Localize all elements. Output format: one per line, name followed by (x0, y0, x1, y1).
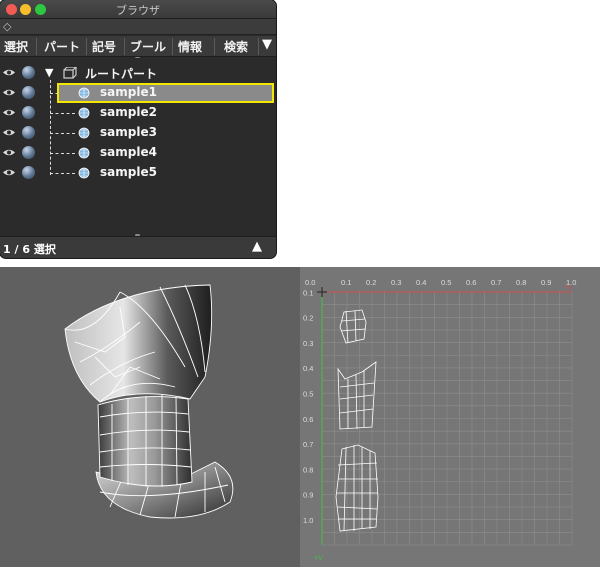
menu-separator (258, 38, 259, 55)
origin-cross-icon (317, 287, 327, 297)
v-tick-label: 0.4 (303, 364, 313, 373)
v-tick-label: 0.8 (303, 465, 313, 474)
tree-item-label: sample3 (100, 125, 157, 139)
browser-window: ブラウザ ◇ 選択 パート 記号 ブール 情報 検索 ▼ ▼ ルートパート sa… (0, 0, 276, 258)
u-tick-label: 0.2 (366, 278, 376, 287)
part-tree: ▼ ルートパート sample1 sample2 sample3 sample4… (0, 58, 276, 234)
shading-ball-icon[interactable] (22, 86, 35, 99)
v-axis-label: +V (314, 555, 323, 562)
shading-ball-icon[interactable] (22, 166, 35, 179)
menu-boolean[interactable]: ブール (130, 38, 166, 55)
globe-part-icon (78, 127, 90, 139)
uv-grid: 0.0 0.1 0.2 0.3 0.4 0.5 0.6 0.7 0.8 0.9 1.00.10.20… (303, 278, 576, 562)
eye-icon[interactable] (2, 148, 16, 157)
v-tick-label: 0.1 (303, 288, 313, 297)
v-tick-label: 0.2 (303, 314, 313, 323)
u-tick-label: 0.4 (416, 278, 426, 287)
tree-connector (50, 80, 51, 175)
menu-select[interactable]: 選択 (4, 38, 28, 55)
tree-item-label: sample4 (100, 145, 157, 159)
expand-up-icon[interactable]: ▲ (252, 239, 262, 254)
tree-connector (50, 153, 75, 154)
eye-icon[interactable] (2, 68, 16, 77)
v-tick-label: 0.5 (303, 390, 313, 399)
v-tick-label: 0.7 (303, 440, 313, 449)
menu-overflow-icon[interactable]: ▼ (262, 37, 272, 52)
tree-connector (50, 113, 75, 114)
v-tick-label: 1.0 (303, 516, 313, 525)
u-tick-label: 0.8 (516, 278, 526, 287)
uv-tick-labels: 0.0 0.1 0.2 0.3 0.4 0.5 0.6 0.7 0.8 0.9 1.00.10.20… (303, 278, 576, 525)
diamond-toggle-icon[interactable]: ◇ (3, 20, 11, 33)
v-tick-label: 0.3 (303, 339, 313, 348)
tree-item-label: sample5 (100, 165, 157, 179)
shading-ball-icon[interactable] (22, 106, 35, 119)
status-bar: 1 / 6 選択 ▲ (0, 236, 276, 258)
u-axis-label: +u (564, 284, 572, 291)
menu-symbols[interactable]: 記号 (92, 38, 116, 55)
u-tick-label: 0.1 (341, 278, 351, 287)
title-bar[interactable]: ブラウザ (0, 0, 276, 19)
tree-item-label: sample1 (100, 85, 157, 99)
shading-ball-icon[interactable] (22, 146, 35, 159)
3d-model-mesh (64, 284, 234, 519)
uv-grid-lines (321, 291, 573, 546)
u-tick-label: 0.9 (541, 278, 551, 287)
tree-connector (50, 173, 75, 174)
u-tick-label: 0.7 (491, 278, 501, 287)
root-part-icon (63, 67, 77, 79)
eye-icon[interactable] (2, 128, 16, 137)
tree-item-label: sample2 (100, 105, 157, 119)
uv-island-top (339, 309, 367, 344)
u-tick-label: 0.3 (391, 278, 401, 287)
3d-viewport[interactable] (0, 267, 300, 567)
u-tick-label: 0.5 (441, 278, 451, 287)
options-bar: ◇ (0, 19, 276, 35)
menu-info[interactable]: 情報 (178, 38, 202, 55)
v-tick-label: 0.6 (303, 415, 313, 424)
menu-separator (86, 38, 87, 55)
menu-search[interactable]: 検索 (224, 38, 248, 55)
uv-island-middle (337, 361, 377, 430)
eye-icon[interactable] (2, 108, 16, 117)
globe-part-icon (78, 107, 90, 119)
menu-separator (124, 38, 125, 55)
shading-ball-icon[interactable] (22, 66, 35, 79)
v-tick-label: 0.9 (303, 491, 313, 500)
eye-icon[interactable] (2, 168, 16, 177)
window-title: ブラウザ (116, 4, 160, 17)
root-part-label: ルートパート (85, 67, 158, 81)
menu-parts[interactable]: パート (44, 38, 80, 55)
globe-part-icon (78, 87, 90, 99)
shading-ball-icon[interactable] (22, 126, 35, 139)
globe-part-icon (78, 147, 90, 159)
tree-connector (50, 133, 75, 134)
u-tick-label: 0.6 (466, 278, 476, 287)
expand-arrow-icon[interactable]: ▼ (45, 66, 53, 79)
menu-bar: 選択 パート 記号 ブール 情報 検索 ▼ (0, 36, 276, 57)
u-tick-label: 0.0 (305, 278, 315, 287)
menu-separator (36, 38, 37, 55)
eye-icon[interactable] (2, 88, 16, 97)
menu-separator (172, 38, 173, 55)
menu-separator (214, 38, 215, 55)
globe-part-icon (78, 167, 90, 179)
selection-count: 1 / 6 選択 (3, 243, 56, 256)
uv-editor[interactable]: 0.0 0.1 0.2 0.3 0.4 0.5 0.6 0.7 0.8 0.9 1.0 0.1 0.2 0… (300, 267, 600, 567)
